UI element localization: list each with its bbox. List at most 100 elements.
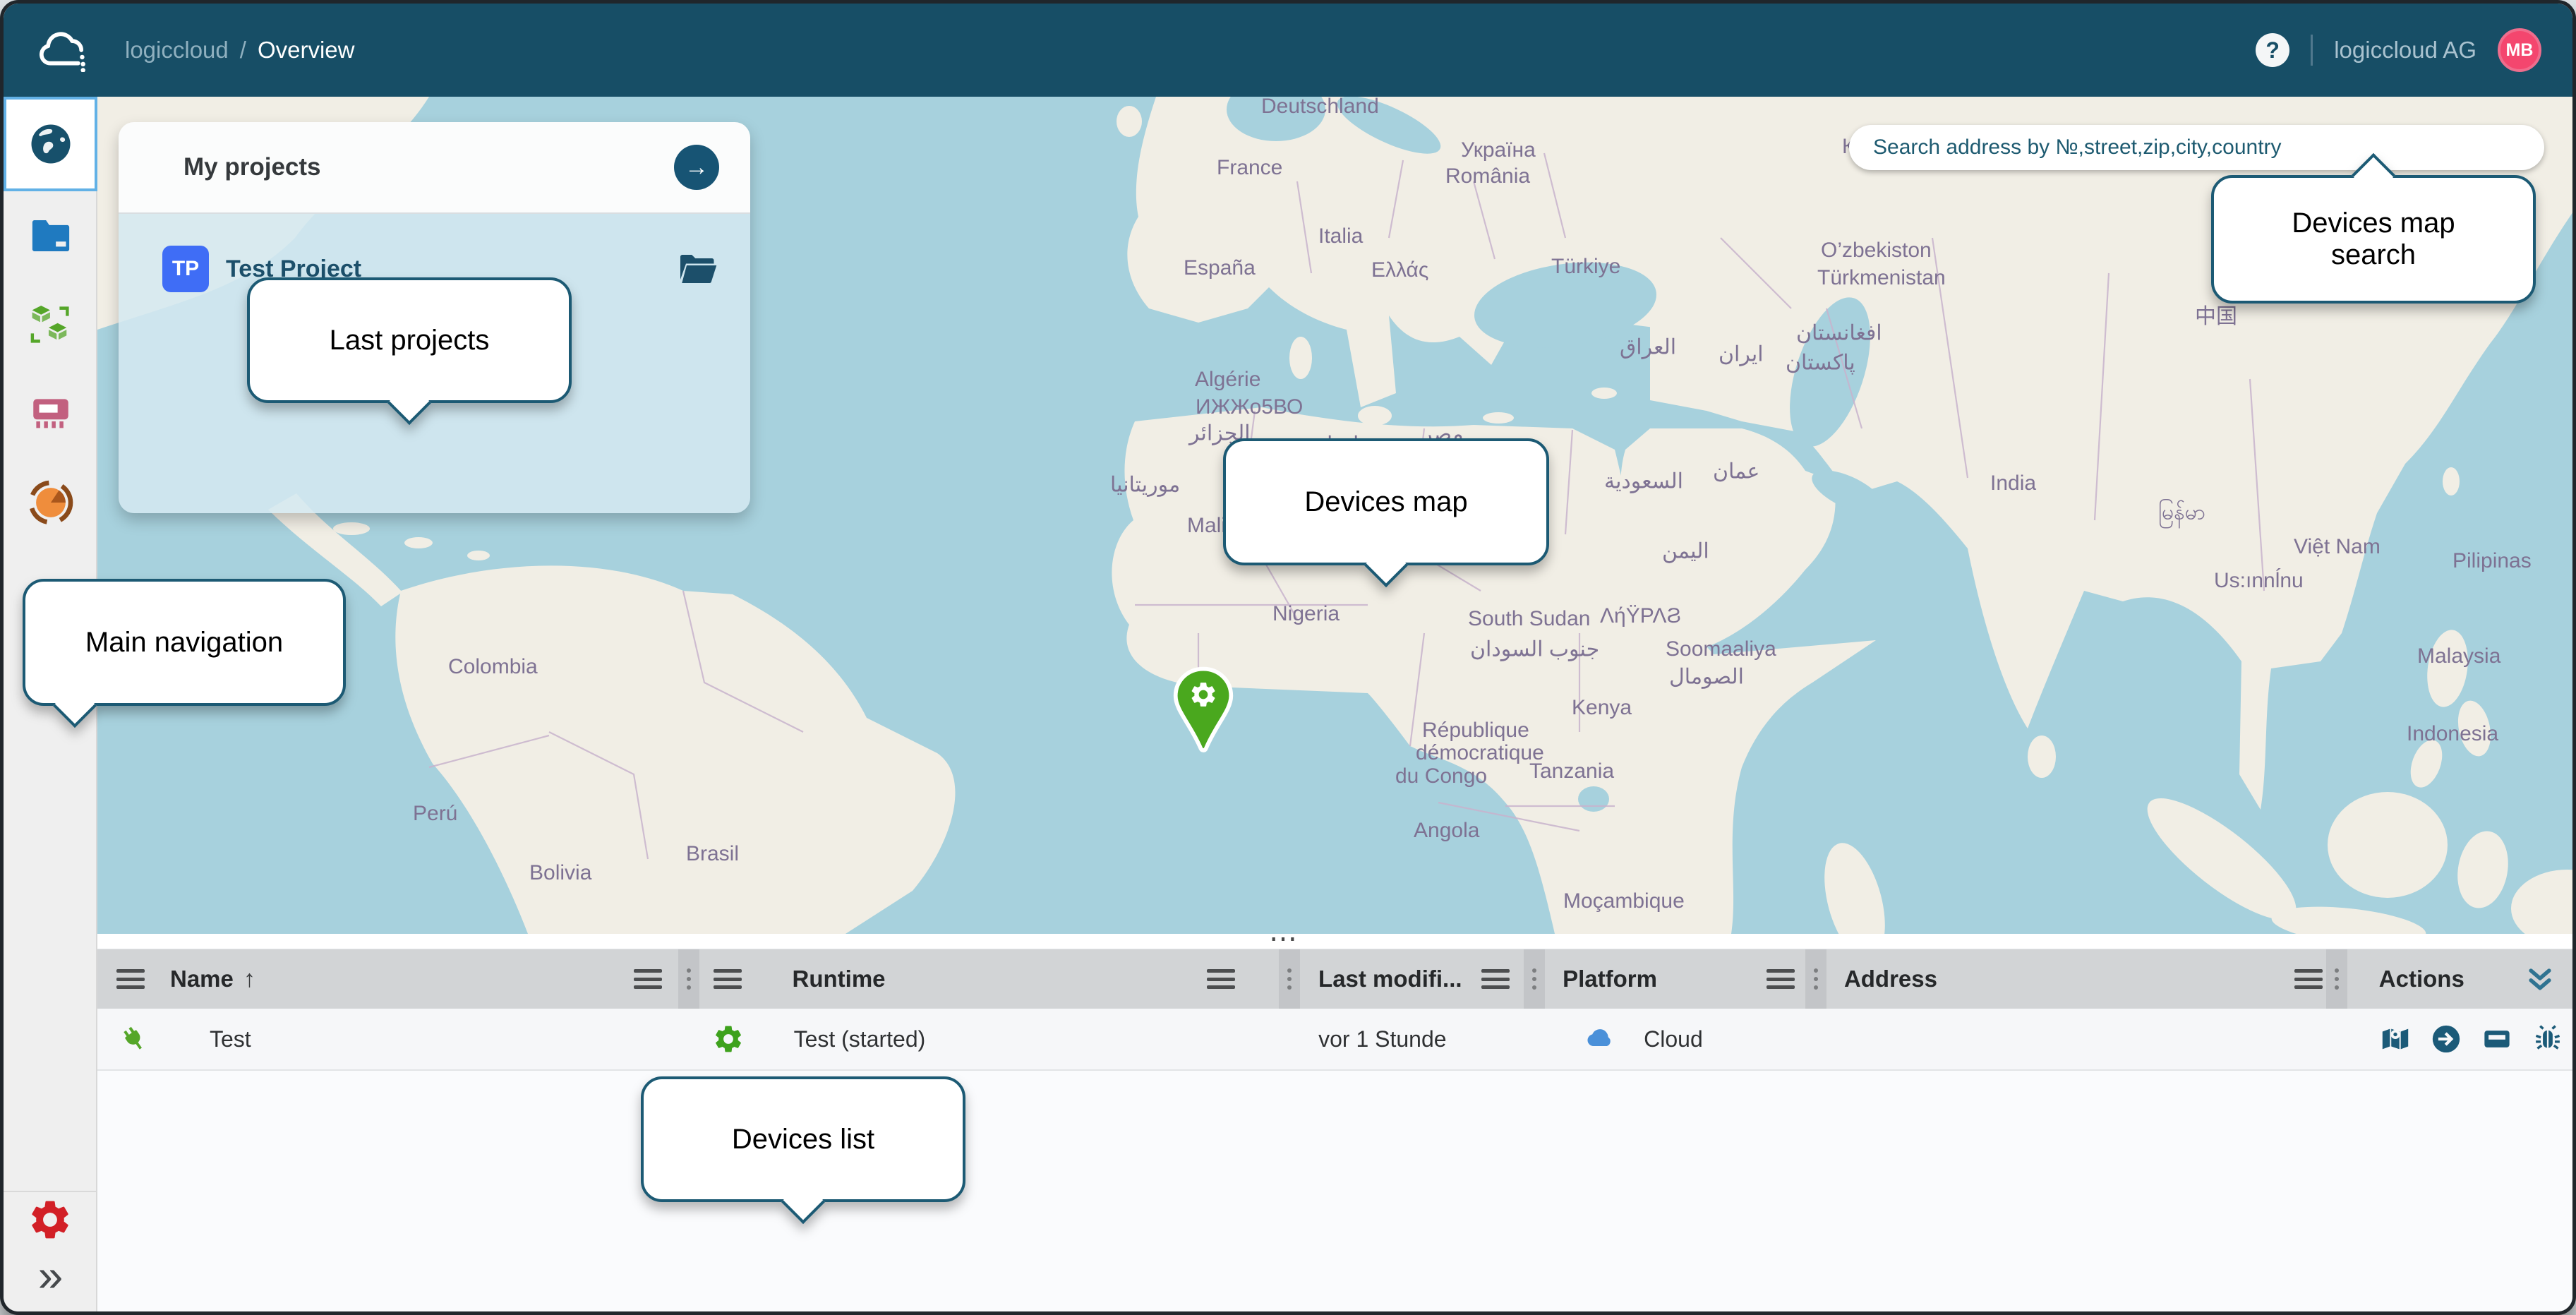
column-resizer-dots-icon — [687, 968, 691, 990]
map-country-label: Moçambique — [1563, 889, 1685, 913]
map-country-label: السعودية — [1604, 469, 1683, 494]
map-country-label: Nigeria — [1272, 602, 1340, 626]
map-search[interactable] — [1849, 125, 2544, 170]
column-header-platform[interactable]: Platform — [1545, 949, 1805, 1009]
arrow-right-circle-icon[interactable]: → — [674, 145, 719, 190]
device-last-modified: vor 1 Stunde — [1318, 1026, 1446, 1052]
settings-gear-icon[interactable] — [27, 1196, 73, 1243]
pane-resizer-handle[interactable]: ⋯ — [97, 934, 2572, 949]
column-header-last-modified[interactable]: Last modifi... — [1300, 949, 1524, 1009]
debug-bug-icon[interactable] — [2532, 1023, 2564, 1055]
map-marker-icon[interactable] — [2379, 1023, 2412, 1055]
column-label[interactable]: Platform — [1563, 966, 1657, 992]
map-country-label: Angola — [1414, 819, 1479, 843]
collapse-chevrons-icon[interactable]: » — [4, 1254, 97, 1297]
map-country-label: Brasil — [686, 842, 739, 866]
map-country-label: du Congo — [1395, 764, 1487, 788]
column-resizer[interactable] — [678, 949, 699, 1009]
double-chevron-down-icon[interactable] — [2522, 963, 2558, 995]
column-header-actions[interactable]: Actions — [2347, 949, 2572, 1009]
console-icon[interactable] — [2481, 1023, 2513, 1055]
column-menu-icon[interactable] — [1767, 969, 1795, 989]
map-country-label: Türkiye — [1551, 255, 1620, 279]
pie-monitor-icon — [28, 479, 74, 526]
map-country-label: Kenya — [1572, 696, 1632, 720]
map-country-label: Україна — [1461, 138, 1536, 162]
map-country-label: عمان — [1713, 460, 1759, 484]
column-header-runtime[interactable]: Runtime — [699, 949, 1280, 1009]
column-menu-icon[interactable] — [1481, 969, 1510, 989]
map-country-label: Türkmenistan — [1817, 266, 1946, 290]
column-resizer[interactable] — [1279, 949, 1300, 1009]
sidebar-item-deployments[interactable] — [4, 280, 97, 369]
folder-icon — [28, 212, 74, 259]
annotation-callout-devices-map: Devices map — [1223, 438, 1549, 565]
map-country-label: Ελλάς — [1371, 258, 1428, 282]
device-table-row[interactable]: Test Test (started) vor 1 Stunde Cloud — [97, 1009, 2572, 1071]
device-name: Test — [210, 1026, 251, 1052]
column-label[interactable]: Last modifi... — [1318, 966, 1462, 992]
map-country-label: پاکستان — [1786, 351, 1855, 376]
organization-name[interactable]: logiccloud AG — [2334, 37, 2476, 64]
map-country-label: Italia — [1318, 224, 1363, 248]
map-country-label: العراق — [1620, 335, 1676, 360]
column-resizer[interactable] — [1805, 949, 1826, 1009]
annotation-callout-main-navigation: Main navigation — [23, 579, 346, 706]
column-menu-icon[interactable] — [634, 969, 662, 989]
gear-icon — [712, 1023, 745, 1055]
devices-list-pane: ⋯ Name ↑ Runtime Last modifi... Pl — [97, 934, 2572, 1311]
globe-icon — [28, 121, 74, 167]
column-resizer-dots-icon — [1532, 968, 1536, 990]
map-country-label: South Sudan — [1468, 607, 1590, 631]
map-country-label: ΛήΫΡΛϨ — [1600, 604, 1681, 628]
column-label[interactable]: Runtime — [793, 966, 886, 992]
breadcrumb-page[interactable]: Overview — [258, 37, 355, 64]
map-country-label: မြန်မာ — [2158, 498, 2205, 530]
my-projects-header: My projects → — [119, 122, 750, 214]
map-country-label: Algérie — [1195, 368, 1260, 392]
callout-text: Last projects — [330, 325, 490, 356]
breadcrumb-app[interactable]: logiccloud — [125, 37, 229, 64]
sidebar-item-devices[interactable] — [4, 369, 97, 458]
column-header-address[interactable]: Address — [1826, 949, 2326, 1009]
top-bar: logiccloud / Overview ? logiccloud AG MB — [4, 4, 2572, 97]
topbar-divider — [2311, 35, 2313, 66]
map-country-label: جنوب السودان — [1470, 637, 1599, 662]
drag-handle-icon[interactable] — [116, 969, 145, 989]
map-country-label: India — [1990, 472, 2036, 496]
column-menu-icon[interactable] — [2294, 969, 2323, 989]
map-country-label: Malaysia — [2417, 644, 2500, 668]
map-country-label: ایران — [1719, 342, 1764, 367]
column-label[interactable]: Name — [170, 966, 234, 992]
map-country-label: Việt Nam — [2294, 535, 2381, 559]
plug-icon — [119, 1023, 150, 1055]
callout-text: Main navigation — [85, 627, 283, 659]
open-circle-arrow-icon[interactable] — [2430, 1023, 2462, 1055]
cloud-logo-icon[interactable] — [35, 28, 94, 72]
plc-device-icon — [28, 390, 74, 437]
column-label[interactable]: Address — [1844, 966, 1937, 992]
user-avatar[interactable]: MB — [2498, 28, 2541, 72]
drag-handle-icon[interactable] — [714, 969, 742, 989]
map-country-label: Perú — [413, 802, 457, 826]
map-country-label: الصومال — [1669, 665, 1744, 690]
map-search-input[interactable] — [1849, 125, 2544, 170]
column-menu-icon[interactable] — [1207, 969, 1235, 989]
folder-open-icon[interactable] — [677, 248, 719, 290]
sidebar-item-overview-map[interactable] — [4, 97, 97, 191]
column-label[interactable]: Actions — [2379, 966, 2464, 992]
help-icon[interactable]: ? — [2256, 33, 2289, 67]
sidebar-item-projects[interactable] — [4, 191, 97, 280]
column-header-name[interactable]: Name ↑ — [97, 949, 678, 1009]
column-resizer[interactable] — [2326, 949, 2347, 1009]
map-country-label: démocratique — [1416, 741, 1544, 765]
sidebar-divider — [4, 1191, 96, 1192]
column-resizer[interactable] — [1524, 949, 1545, 1009]
callout-text: Devices map — [1304, 486, 1467, 518]
device-map-marker[interactable] — [1171, 666, 1236, 756]
map-country-label: Us:ınnĺnu — [2214, 569, 2304, 593]
breadcrumb-separator: / — [240, 37, 246, 64]
map-country-label: Mali — [1187, 514, 1226, 538]
sort-ascending-icon[interactable]: ↑ — [243, 966, 255, 993]
sidebar-item-monitoring[interactable] — [4, 458, 97, 547]
